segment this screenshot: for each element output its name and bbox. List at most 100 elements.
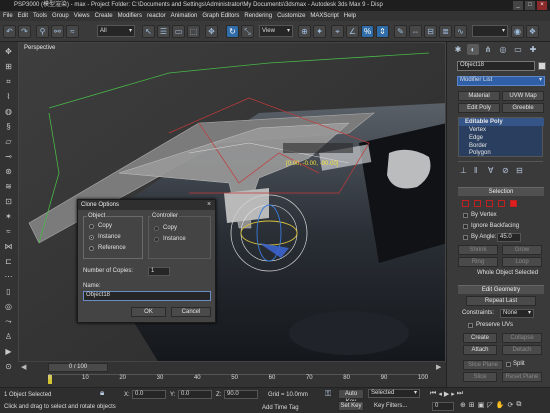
fracture-icon[interactable]: ✶ [3, 211, 14, 222]
instance-radio[interactable] [89, 235, 94, 240]
menu-reactor[interactable]: reactor [147, 13, 166, 19]
create-tab-icon[interactable]: ✱ [452, 44, 464, 55]
menu-customize[interactable]: Customize [277, 13, 305, 19]
controller-instance-radio[interactable] [154, 237, 159, 242]
menu-animation[interactable]: Animation [171, 13, 198, 19]
menu-help[interactable]: Help [344, 13, 356, 19]
copy-radio[interactable] [89, 224, 94, 229]
key-mode-dropdown[interactable]: Selected ▾ [368, 389, 420, 398]
motor-icon[interactable]: ⊛ [3, 166, 14, 177]
select-rotate-icon[interactable]: ↻ [226, 25, 239, 38]
soft-body-icon[interactable]: ◍ [3, 106, 14, 117]
reset-plane-button[interactable]: Reset Plane [502, 372, 542, 382]
show-end-result-icon[interactable]: ‖ [474, 166, 477, 175]
create-button[interactable]: Create [463, 333, 497, 343]
plane-icon[interactable]: ▱ [3, 136, 14, 147]
curve-editor-icon[interactable]: ∿ [454, 25, 467, 38]
polygon-mode-icon[interactable] [498, 200, 505, 207]
select-scale-icon[interactable]: ⤡ [241, 25, 254, 38]
motion-tab-icon[interactable]: ◎ [497, 44, 509, 55]
menu-graph-editors[interactable]: Graph Editors [202, 13, 239, 19]
next-frame-icon[interactable]: ▶ [436, 363, 441, 371]
close-icon[interactable]: × [537, 1, 547, 10]
utilities-tab-icon[interactable]: ✚ [527, 44, 539, 55]
zoom-extents-icon[interactable]: ▣ [478, 401, 485, 412]
menu-edit[interactable]: Edit [18, 13, 28, 19]
ignore-backfacing-checkbox[interactable] [463, 224, 468, 229]
constraints-dropdown[interactable]: None ▾ [500, 309, 534, 318]
controller-copy-radio[interactable] [154, 226, 159, 231]
spinner-snap-icon[interactable]: ⇕ [376, 25, 389, 38]
by-vertex-checkbox[interactable] [463, 213, 468, 218]
cloth-icon[interactable]: ⌗ [3, 76, 14, 87]
menu-rendering[interactable]: Rendering [244, 13, 272, 19]
angle-snap-icon[interactable]: ∠ [346, 25, 359, 38]
ring-button[interactable]: Ring [458, 257, 498, 267]
shrink-button[interactable]: Shrink [458, 245, 498, 255]
previous-frame-icon[interactable]: ◂ [438, 390, 442, 399]
grow-button[interactable]: Grow [502, 245, 542, 255]
prev-frame-icon[interactable]: ◀ [21, 363, 26, 371]
display-tab-icon[interactable]: ▭ [512, 44, 524, 55]
pin-stack-icon[interactable]: ⊥ [460, 166, 467, 175]
configure-sets-icon[interactable]: ⊟ [516, 166, 523, 175]
detach-button[interactable]: Detach [502, 345, 542, 355]
select-manipulate-icon[interactable]: ✦ [313, 25, 326, 38]
maximize-icon[interactable]: □ [525, 1, 535, 10]
go-to-start-icon[interactable]: ⏮ [430, 390, 436, 399]
snaps-toggle-icon[interactable]: ⌖ [331, 25, 344, 38]
split-checkbox[interactable] [506, 362, 511, 367]
selection-rollout-header[interactable]: Selection [458, 187, 544, 196]
car-wheel-icon[interactable]: ◎ [3, 301, 14, 312]
preview-animation-icon[interactable]: ▶ [3, 346, 14, 357]
water-icon[interactable]: ≈ [3, 226, 14, 237]
close-icon[interactable]: × [205, 201, 213, 209]
cancel-button[interactable]: Cancel [171, 307, 211, 317]
go-to-end-icon[interactable]: ⏭ [457, 390, 463, 399]
add-time-tag[interactable]: Add Time Tag [262, 404, 299, 412]
pan-icon[interactable]: ✋ [496, 401, 505, 412]
pivot-center-icon[interactable]: ⊕ [298, 25, 311, 38]
reactor-icon[interactable]: ✥ [3, 46, 14, 57]
viewport-label[interactable]: Perspective [24, 45, 55, 51]
stack-vertex[interactable]: Vertex [459, 126, 544, 134]
modifier-stack[interactable]: Editable Poly Vertex Edge Border Polygon [458, 117, 544, 157]
window-crossing-icon[interactable]: ⬚ [187, 25, 200, 38]
unlink-icon[interactable]: ⚯ [51, 25, 64, 38]
menu-views[interactable]: Views [74, 13, 90, 19]
minimize-icon[interactable]: _ [513, 1, 523, 10]
selection-filter-dropdown[interactable]: All ▾ [97, 25, 135, 37]
zoom-all-icon[interactable]: ⊞ [469, 401, 475, 412]
ok-button[interactable]: OK [131, 307, 166, 317]
make-unique-icon[interactable]: ∀ [488, 166, 493, 175]
lock-selection-icon[interactable]: 🔒︎ [100, 389, 104, 397]
menu-create[interactable]: Create [95, 13, 113, 19]
greeble-button[interactable]: Greeble [502, 103, 544, 113]
play-icon[interactable]: ▶ [444, 390, 449, 399]
slice-button[interactable]: Slice [463, 372, 497, 382]
percent-snap-icon[interactable]: % [361, 25, 374, 38]
edit-poly-button[interactable]: Edit Poly [458, 103, 500, 113]
uvw-map-button[interactable]: UVW Map [502, 91, 544, 101]
material-button[interactable]: Material [458, 91, 500, 101]
preserve-uvs-checkbox[interactable] [468, 323, 473, 328]
menu-file[interactable]: File [3, 13, 13, 19]
edge-mode-icon[interactable] [474, 200, 481, 207]
loop-button[interactable]: Loop [502, 257, 542, 267]
set-key-button[interactable]: Set Key [338, 401, 364, 411]
named-selection-sets-dropdown[interactable]: ▾ [472, 25, 508, 37]
mirror-icon[interactable]: ⇔ [409, 25, 422, 38]
point-to-point-icon[interactable]: ⋯ [3, 271, 14, 282]
hierarchy-tab-icon[interactable]: ⋔ [482, 44, 494, 55]
name-input[interactable]: Object18 [83, 291, 211, 301]
wind-icon[interactable]: ≋ [3, 181, 14, 192]
y-coordinate-field[interactable]: 0.0 [178, 390, 212, 399]
zoom-icon[interactable]: ⊕ [460, 401, 466, 412]
object-name-field[interactable]: Object18 [457, 61, 535, 71]
border-mode-icon[interactable] [486, 200, 493, 207]
stack-edge[interactable]: Edge [459, 134, 544, 142]
time-slider[interactable]: 0 / 100 [48, 363, 108, 372]
slice-plane-button[interactable]: Slice Plane [463, 360, 503, 370]
stack-polygon[interactable]: Polygon [459, 149, 544, 156]
align-icon[interactable]: ⊟ [424, 25, 437, 38]
